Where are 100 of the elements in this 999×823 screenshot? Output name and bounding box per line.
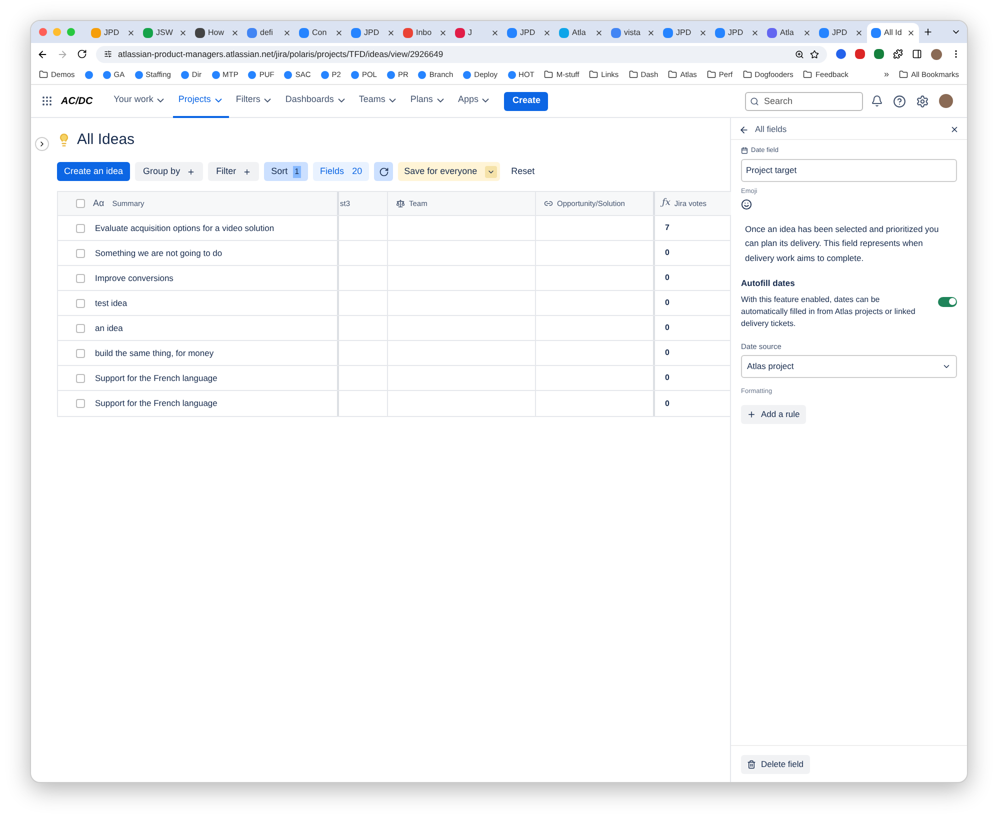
emoji-picker-icon[interactable]	[741, 198, 752, 210]
date-source-select[interactable]: Atlas project	[741, 355, 957, 378]
table-row[interactable]: Evaluate acquisition options for a video solution 7	[58, 216, 731, 241]
tab-favicon-icon	[715, 28, 725, 38]
add-rule-button[interactable]: Add a rule	[741, 404, 806, 424]
close-tab-icon[interactable]	[647, 29, 655, 37]
nav-item[interactable]: Filters	[230, 84, 278, 118]
browser-tab[interactable]: defi	[243, 23, 295, 43]
address-bar[interactable]: atlassian-product-managers.atlassian.net/jira/polaris/projects/TFD/ideas/view/2926649	[96, 46, 827, 62]
nav-item[interactable]: Plans	[405, 84, 451, 118]
field-name-input[interactable]: Project target	[741, 158, 957, 182]
fields-button[interactable]: Fields 20	[313, 162, 370, 181]
sort-button[interactable]: Sort 1	[264, 162, 308, 181]
help-icon[interactable]	[893, 94, 906, 108]
tab-title: JSW	[156, 27, 174, 39]
create-button[interactable]: Create	[504, 92, 548, 110]
row-checkbox[interactable]	[76, 274, 85, 282]
bookmark-star-icon[interactable]	[810, 50, 819, 58]
site-logo[interactable]: AC/DC	[61, 94, 93, 108]
close-tab-icon[interactable]	[231, 29, 239, 37]
site-info-icon[interactable]	[104, 50, 112, 58]
expand-sidebar-button[interactable]	[35, 137, 49, 151]
row-checkbox[interactable]	[76, 298, 85, 308]
notifications-icon[interactable]	[871, 95, 883, 107]
filter-button[interactable]: Filter	[208, 162, 260, 181]
browser-tab[interactable]: Inbo	[399, 23, 451, 43]
delete-field-button[interactable]: Delete field	[741, 754, 810, 774]
close-tab-icon[interactable]	[595, 29, 603, 37]
table-row[interactable]: an idea 0	[58, 316, 731, 341]
browser-tab[interactable]: JSW	[139, 23, 191, 43]
close-tab-icon[interactable]	[335, 29, 343, 37]
autofill-toggle[interactable]	[938, 296, 957, 307]
new-tab-icon[interactable]	[923, 27, 933, 37]
row-checkbox[interactable]	[76, 248, 85, 258]
table-row[interactable]: build the same thing, for money 0	[58, 341, 731, 366]
row-checkbox[interactable]	[76, 348, 85, 358]
bookmark[interactable]	[84, 70, 93, 78]
app-switcher-icon[interactable]	[41, 95, 53, 107]
browser-tab[interactable]: JPD	[815, 23, 867, 43]
browser-tab[interactable]: JPD	[659, 23, 711, 43]
more-bookmarks[interactable]: »	[884, 68, 890, 82]
close-tab-icon[interactable]	[127, 29, 135, 37]
browser-tab[interactable]: JPD	[711, 23, 763, 43]
browser-tab[interactable]: J	[451, 23, 503, 43]
table-row[interactable]: Improve conversions 0	[58, 266, 731, 291]
table-row[interactable]: Support for the French language 0	[58, 366, 731, 391]
extensions-icon[interactable]	[893, 49, 903, 59]
close-tab-icon[interactable]	[439, 29, 447, 37]
reload-icon[interactable]	[77, 49, 87, 59]
side-panel-icon[interactable]	[912, 49, 922, 59]
close-tab-icon[interactable]	[699, 29, 707, 37]
profile-avatar[interactable]	[931, 48, 942, 60]
close-tab-icon[interactable]	[803, 29, 811, 37]
back-icon[interactable]	[37, 48, 48, 60]
zoom-icon[interactable]	[795, 50, 804, 58]
sync-button[interactable]	[374, 162, 394, 181]
table-row[interactable]: test idea 0	[58, 291, 731, 316]
close-tab-icon[interactable]	[179, 29, 187, 37]
nav-item[interactable]: Your work	[108, 84, 172, 118]
close-tab-icon[interactable]	[751, 29, 759, 37]
row-checkbox[interactable]	[76, 374, 85, 382]
browser-tab[interactable]: JPD	[87, 23, 139, 43]
close-icon[interactable]	[950, 125, 959, 134]
browser-tab[interactable]: All Id	[867, 23, 919, 43]
select-all-checkbox[interactable]	[76, 199, 85, 208]
tab-title: All Id	[884, 27, 903, 39]
close-tab-icon[interactable]	[855, 29, 863, 37]
row-checkbox[interactable]	[76, 224, 85, 232]
scale-icon	[396, 199, 405, 208]
settings-icon[interactable]	[916, 94, 929, 108]
save-view-button[interactable]: Save for everyone	[398, 162, 500, 181]
browser-tab[interactable]: Con	[295, 23, 347, 43]
nav-item[interactable]: Apps	[452, 84, 496, 118]
close-tab-icon[interactable]	[491, 29, 499, 37]
row-checkbox[interactable]	[76, 399, 85, 408]
table-row[interactable]: Support for the French language 0	[58, 391, 731, 416]
browser-tab[interactable]: Atla	[555, 23, 607, 43]
table-row[interactable]: Something we are not going to do 0	[58, 241, 731, 266]
create-idea-button[interactable]: Create an idea	[57, 162, 130, 181]
close-tab-icon[interactable]	[543, 29, 551, 37]
browser-tab[interactable]: How	[191, 23, 243, 43]
close-tab-icon[interactable]	[387, 29, 395, 37]
row-checkbox[interactable]	[76, 324, 85, 332]
close-tab-icon[interactable]	[283, 29, 291, 37]
site-icon	[320, 70, 329, 78]
browser-tab[interactable]: vista	[607, 23, 659, 43]
browser-tab[interactable]: JPD	[503, 23, 555, 43]
browser-tab[interactable]: JPD	[347, 23, 399, 43]
nav-item[interactable]: Projects	[173, 84, 229, 118]
search-field[interactable]: Search	[745, 92, 863, 110]
close-tab-icon[interactable]	[907, 29, 915, 37]
nav-item[interactable]: Dashboards	[280, 84, 352, 118]
reset-button[interactable]: Reset	[505, 162, 541, 181]
group-by-button[interactable]: Group by	[135, 162, 204, 181]
browser-tab[interactable]: Atla	[763, 23, 815, 43]
save-options-icon[interactable]	[485, 166, 498, 178]
nav-item[interactable]: Teams	[354, 84, 404, 118]
back-link[interactable]: All fields	[755, 123, 944, 136]
user-avatar[interactable]	[939, 94, 953, 108]
back-arrow-icon[interactable]	[739, 124, 749, 134]
